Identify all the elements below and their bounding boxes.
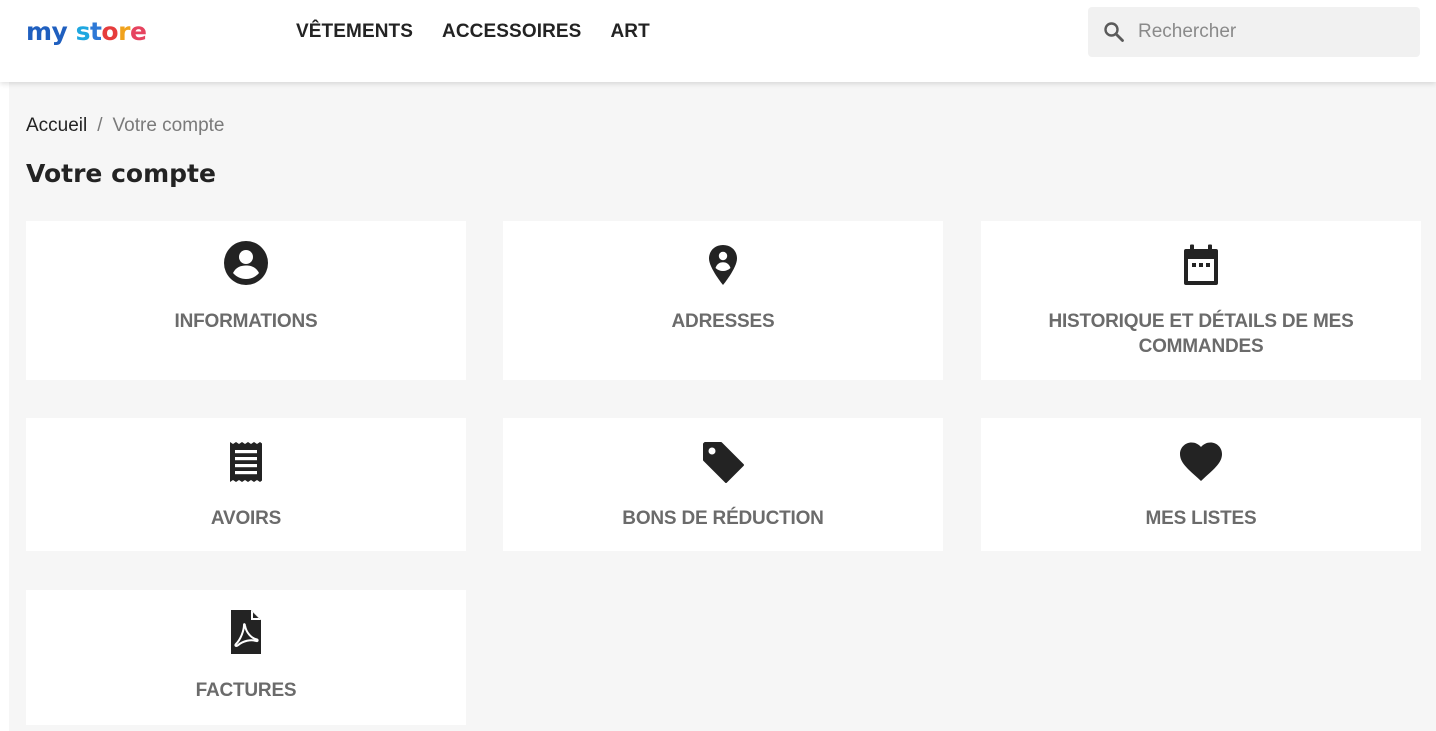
card-bons-de-reduction[interactable]: BONS DE RÉDUCTION [503,418,943,551]
receipt-icon [230,442,262,482]
main-nav: VÊTEMENTS ACCESSOIRES ART [296,20,680,44]
nav-accessoires[interactable]: ACCESSOIRES [442,20,581,44]
card-adresses[interactable]: ADRESSES [503,221,943,380]
logo-letter-r: r [118,17,130,46]
card-factures[interactable]: FACTURES [26,590,466,725]
search-icon[interactable] [1102,20,1126,44]
site-header: my store VÊTEMENTS ACCESSOIRES ART [0,0,1436,82]
location-pin-icon [709,245,737,285]
heart-icon [1180,442,1222,481]
breadcrumb-separator: / [97,115,103,136]
store-logo[interactable]: my store [26,14,147,50]
logo-letter-e: e [129,17,147,46]
card-label-adresses: ADRESSES [671,311,775,332]
logo-letter-t: t [89,17,102,46]
calendar-icon [1184,244,1218,285]
card-historique-commandes[interactable]: HISTORIQUE ET DÉTAILS DE MES COMMANDES [981,221,1421,380]
breadcrumb: Accueil / Votre compte [26,114,224,138]
logo-letter-o: o [101,17,119,46]
breadcrumb-home[interactable]: Accueil [26,115,87,136]
card-label-factures: FACTURES [195,680,297,701]
logo-letters-my: my [26,17,68,46]
card-label-historique: HISTORIQUE ET DÉTAILS DE MES COMMANDES [1048,311,1354,357]
search-box [1088,7,1420,57]
nav-art[interactable]: ART [610,20,649,44]
nav-vetements[interactable]: VÊTEMENTS [296,20,413,44]
logo-letter-s: s [75,17,91,46]
card-label-bons-de-reduction: BONS DE RÉDUCTION [622,508,824,529]
logo-space [67,17,75,46]
card-label-avoirs: AVOIRS [210,508,282,529]
card-avoirs[interactable]: AVOIRS [26,418,466,551]
search-input[interactable] [1138,7,1408,57]
card-label-mes-listes: MES LISTES [1145,508,1257,529]
account-circle-icon [224,241,268,285]
card-informations[interactable]: INFORMATIONS [26,221,466,380]
breadcrumb-current: Votre compte [112,115,225,136]
account-page: Accueil / Votre compte Votre compte INFORM… [9,82,1436,731]
card-mes-listes[interactable]: MES LISTES [981,418,1421,551]
pdf-file-icon [231,610,261,654]
page-title: Votre compte [26,159,216,188]
card-label-informations: INFORMATIONS [174,311,318,332]
tag-icon [703,442,744,483]
